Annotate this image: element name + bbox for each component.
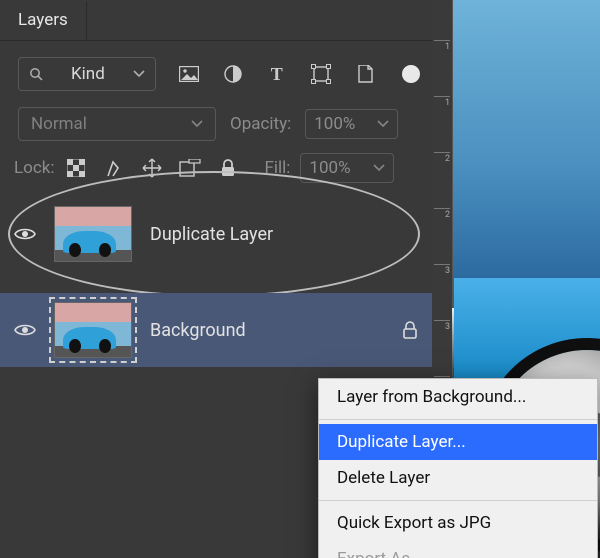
menu-separator: [319, 500, 597, 501]
layer-context-menu: Layer from Background... Duplicate Layer…: [318, 378, 598, 558]
adjustment-icon[interactable]: [222, 63, 244, 85]
lock-artboard-icon[interactable]: [178, 156, 202, 180]
lock-pixels-icon[interactable]: [102, 156, 126, 180]
layer-row[interactable]: Duplicate Layer: [0, 197, 432, 271]
lock-all-icon[interactable]: [216, 156, 240, 180]
visibility-icon[interactable]: [14, 322, 36, 338]
visibility-icon[interactable]: [14, 226, 36, 242]
filter-label: Kind: [71, 64, 105, 84]
layer-name[interactable]: Duplicate Layer: [150, 224, 273, 245]
fill-label: Fill:: [264, 158, 290, 178]
tab-layers[interactable]: Layers: [0, 2, 87, 40]
menu-separator: [319, 419, 597, 420]
chevron-down-icon: [373, 164, 385, 172]
ruler-tick: 3: [434, 320, 450, 332]
search-icon: [29, 67, 43, 81]
ruler-tick: 2: [434, 152, 450, 164]
fill-value: 100%: [309, 158, 350, 178]
layer-row[interactable]: Background: [0, 293, 432, 367]
lock-label: Lock:: [14, 158, 54, 178]
type-icon[interactable]: T: [266, 63, 288, 85]
filter-row: Kind T: [0, 41, 432, 101]
menu-export-as[interactable]: Export As...: [319, 541, 597, 558]
blend-mode-label: Normal: [31, 114, 87, 134]
lock-icon[interactable]: [402, 321, 418, 339]
opacity-label: Opacity:: [230, 114, 291, 134]
menu-quick-export[interactable]: Quick Export as JPG: [319, 505, 597, 541]
panel-tabbar: Layers: [0, 0, 432, 41]
opacity-value: 100%: [314, 114, 355, 134]
ruler-tick: 3: [434, 264, 450, 276]
lock-icons: [64, 156, 240, 180]
ruler-tick: 2: [434, 208, 450, 220]
shape-icon[interactable]: [310, 63, 332, 85]
fill-field[interactable]: 100%: [300, 153, 393, 183]
opacity-field[interactable]: 100%: [305, 109, 398, 139]
lock-fill-row: Lock: Fill: 100%: [0, 147, 432, 197]
lock-transparency-icon[interactable]: [64, 156, 88, 180]
smartobject-icon[interactable]: [354, 63, 376, 85]
layer-thumbnail[interactable]: [54, 302, 132, 358]
blend-opacity-row: Normal Opacity: 100%: [0, 101, 432, 147]
menu-duplicate-layer[interactable]: Duplicate Layer...: [319, 424, 597, 460]
filter-toggle[interactable]: [402, 65, 420, 83]
lock-position-icon[interactable]: [140, 156, 164, 180]
ruler-tick: 1: [434, 96, 450, 108]
menu-layer-from-background[interactable]: Layer from Background...: [319, 379, 597, 415]
ruler-tick: 1: [434, 40, 450, 52]
image-icon[interactable]: [178, 63, 200, 85]
filter-type-icons: T: [178, 63, 420, 85]
layer-name[interactable]: Background: [150, 320, 246, 341]
layer-filter-dropdown[interactable]: Kind: [18, 57, 156, 91]
blend-mode-dropdown[interactable]: Normal: [18, 107, 216, 141]
chevron-down-icon: [377, 120, 389, 128]
chevron-down-icon: [191, 120, 203, 128]
chevron-down-icon: [133, 70, 145, 78]
layer-thumbnail[interactable]: [54, 206, 132, 262]
menu-delete-layer[interactable]: Delete Layer: [319, 460, 597, 496]
